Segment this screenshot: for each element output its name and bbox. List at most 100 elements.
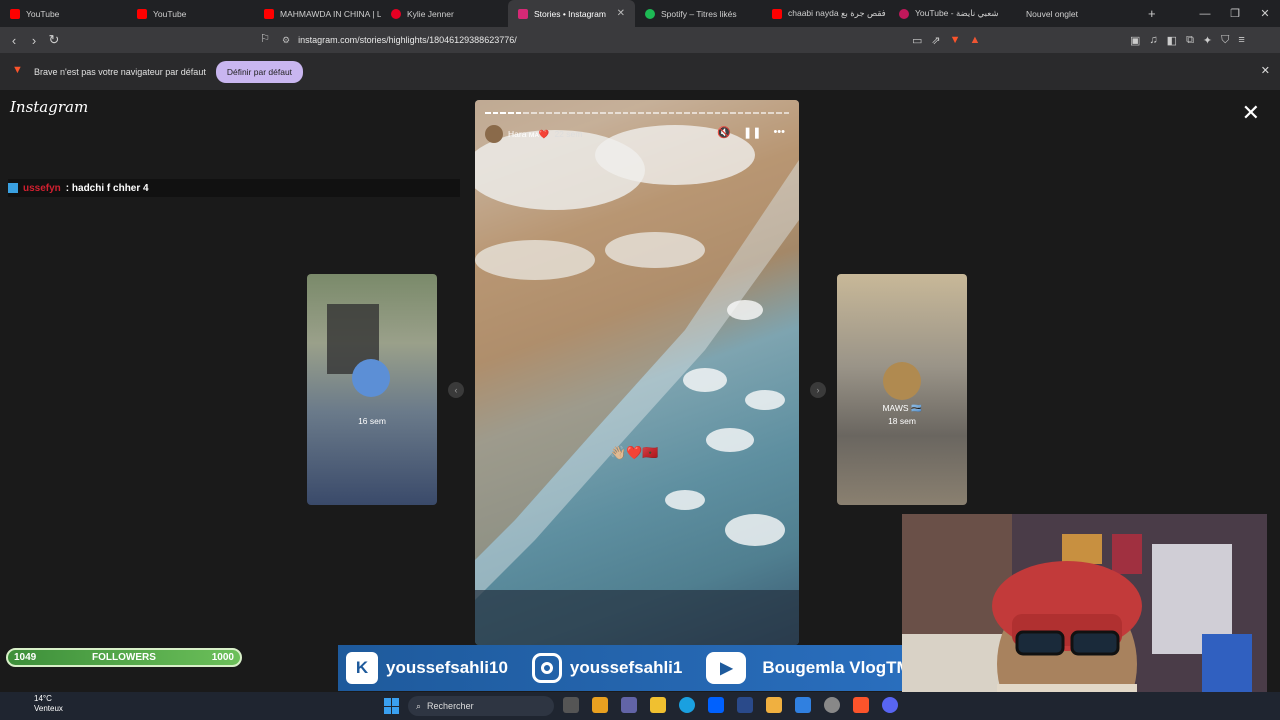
task-view-icon[interactable] <box>563 697 579 713</box>
close-infobar-icon[interactable]: ✕ <box>1261 64 1270 77</box>
window-controls: — ❐ ✕ <box>1190 0 1280 27</box>
story-username[interactable]: Hara ᴍᴀ❤️ <box>508 129 549 140</box>
followers-current: 1049 <box>14 652 37 663</box>
menu-icon[interactable]: ≡ <box>1238 34 1244 46</box>
story-emoji-sticker: 👋🏼❤️🇲🇦 <box>610 445 659 460</box>
weather-temp: 14°C <box>34 694 52 703</box>
tab-instagram-stories[interactable]: Stories • Instagram ✕ <box>508 0 635 27</box>
active-story[interactable]: Hara ᴍᴀ❤️ 22 sem 🔇 ❚❚ ••• 👋🏼❤️🇲🇦 <box>475 100 799 645</box>
default-browser-infobar: ▼ Brave n'est pas votre navigateur par d… <box>0 53 1280 90</box>
youtube-icon <box>899 8 909 19</box>
windows-start-icon[interactable] <box>384 698 400 714</box>
webcam-overlay <box>902 514 1267 720</box>
extensions-icon[interactable]: ⧉ <box>1186 34 1194 47</box>
tab-chaabi[interactable]: chaabi nayda فقص جرة بع <box>762 0 889 27</box>
tab-youtube-2[interactable]: YouTube <box>127 0 254 27</box>
story-avatar[interactable] <box>485 125 503 143</box>
tab-spotify[interactable]: Spotify – Titres likés <box>635 0 762 27</box>
chatgpt-icon[interactable] <box>824 697 840 713</box>
set-default-button[interactable]: Définir par défaut <box>215 60 304 83</box>
previous-arrow-icon[interactable]: ‹ <box>448 382 464 398</box>
close-viewer-icon[interactable]: ✕ <box>1242 100 1260 126</box>
story-progress-bar <box>485 112 790 114</box>
infobar-message: Brave n'est pas votre navigateur par déf… <box>34 66 206 77</box>
taskbar-apps <box>563 697 898 713</box>
app-icon[interactable] <box>795 697 811 713</box>
cast-icon[interactable]: ▭ <box>912 34 922 47</box>
bookmark-icon[interactable]: ⚐ <box>255 32 275 45</box>
instagram-icon <box>531 653 562 683</box>
pinterest-icon <box>391 8 401 19</box>
story-aerial-image <box>475 100 799 645</box>
tab-new[interactable]: Nouvel onglet <box>1016 0 1143 27</box>
thumb-balloon <box>352 359 390 397</box>
instagram-logo[interactable]: Instagram <box>10 98 88 116</box>
stream-chat-line: ussefyn : hadchi f chher 4 <box>8 179 460 197</box>
leo-icon[interactable]: ✦ <box>1203 34 1212 47</box>
taskbar: 14°C Venteux ⌕ Rechercher <box>0 692 1280 720</box>
youtube-icon <box>772 8 782 19</box>
next-story-avatar <box>883 362 921 400</box>
teams-icon[interactable] <box>621 697 637 713</box>
tab-youtube-1[interactable]: YouTube <box>0 0 127 27</box>
music-icon[interactable]: ♫ <box>1149 34 1157 46</box>
followers-goal: 1000 <box>211 652 234 663</box>
vpn-icon[interactable]: ⛉ <box>1221 34 1229 47</box>
streamer-webcam-image <box>902 514 1267 720</box>
spotify-icon <box>645 8 655 19</box>
tab-mahmawda[interactable]: MAHMAWDA IN CHINA | L <box>254 0 381 27</box>
forward-icon[interactable]: › <box>24 33 44 48</box>
share-icon[interactable]: ⇗ <box>931 34 940 47</box>
site-info-icon[interactable]: ⚙ <box>282 35 290 46</box>
minimize-icon[interactable]: — <box>1190 8 1220 20</box>
dropbox-icon[interactable] <box>708 697 724 713</box>
previous-story-thumbnail[interactable]: 16 sem <box>307 274 437 505</box>
url-field[interactable]: ⚙ instagram.com/stories/highlights/18046… <box>282 31 902 49</box>
app-b-icon[interactable] <box>737 697 753 713</box>
next-story-thumbnail[interactable]: MAWS 🇧🇼 18 sem <box>837 274 967 505</box>
youtube-icon <box>137 8 147 19</box>
weather-condition: Venteux <box>34 704 63 713</box>
instagram-handle: youssefsahli1 <box>531 653 682 683</box>
next-arrow-icon[interactable]: › <box>810 382 826 398</box>
restore-icon[interactable]: ❐ <box>1220 7 1250 20</box>
taskbar-search[interactable]: ⌕ Rechercher <box>408 696 554 716</box>
chat-username: ussefyn <box>23 182 61 194</box>
youtube-icon: ▶ <box>706 652 747 684</box>
more-options-icon[interactable]: ••• <box>773 126 785 139</box>
weather-widget[interactable]: 14°C Venteux <box>10 694 63 714</box>
brave-shields-icon[interactable]: ▼ <box>950 34 961 46</box>
story-controls: 🔇 ❚❚ ••• <box>717 126 785 139</box>
close-tab-icon[interactable]: ✕ <box>617 8 625 19</box>
story-age: 22 sem <box>554 129 583 139</box>
followers-goal-bar: 1049 FOLLOWERS 1000 <box>6 648 242 667</box>
address-right-icons: ▭ ⇗ ▼ ▲ <box>912 27 980 53</box>
back-icon[interactable]: ‹ <box>4 33 24 48</box>
file-explorer-icon[interactable] <box>650 697 666 713</box>
story-header: Hara ᴍᴀ❤️ 22 sem <box>485 125 583 143</box>
youtube-icon <box>10 8 20 19</box>
pause-icon[interactable]: ❚❚ <box>743 126 761 139</box>
tab-youtube-chaabi[interactable]: YouTube - شعبي نايضة <box>889 0 1016 27</box>
chat-message: : hadchi f chher 4 <box>65 182 149 194</box>
mute-icon[interactable]: 🔇 <box>717 126 731 139</box>
brave-rewards-icon[interactable]: ▲ <box>970 34 981 46</box>
next-story-age: 18 sem <box>888 416 916 426</box>
new-tab-button[interactable]: + <box>1148 6 1156 21</box>
instagram-icon <box>518 8 528 19</box>
next-story-user: MAWS 🇧🇼 <box>882 403 922 413</box>
sidebar-icon[interactable]: ◧ <box>1167 34 1177 47</box>
socials-banner: K youssefsahli10 youssefsahli1 ▶ Bougeml… <box>338 645 935 691</box>
search-icon: ⌕ <box>416 700 422 711</box>
reload-icon[interactable]: ↻ <box>44 32 64 48</box>
app-icon[interactable] <box>592 697 608 713</box>
tab-kylie-jenner[interactable]: Kylie Jenner <box>381 0 508 27</box>
followers-label: FOLLOWERS <box>92 652 156 663</box>
discord-icon[interactable] <box>882 697 898 713</box>
close-window-icon[interactable]: ✕ <box>1250 7 1280 20</box>
kick-icon: K <box>346 652 378 684</box>
brave-icon[interactable] <box>853 697 869 713</box>
store-icon[interactable] <box>766 697 782 713</box>
wallet-icon[interactable]: ▣ <box>1130 34 1140 47</box>
edge-icon[interactable] <box>679 697 695 713</box>
